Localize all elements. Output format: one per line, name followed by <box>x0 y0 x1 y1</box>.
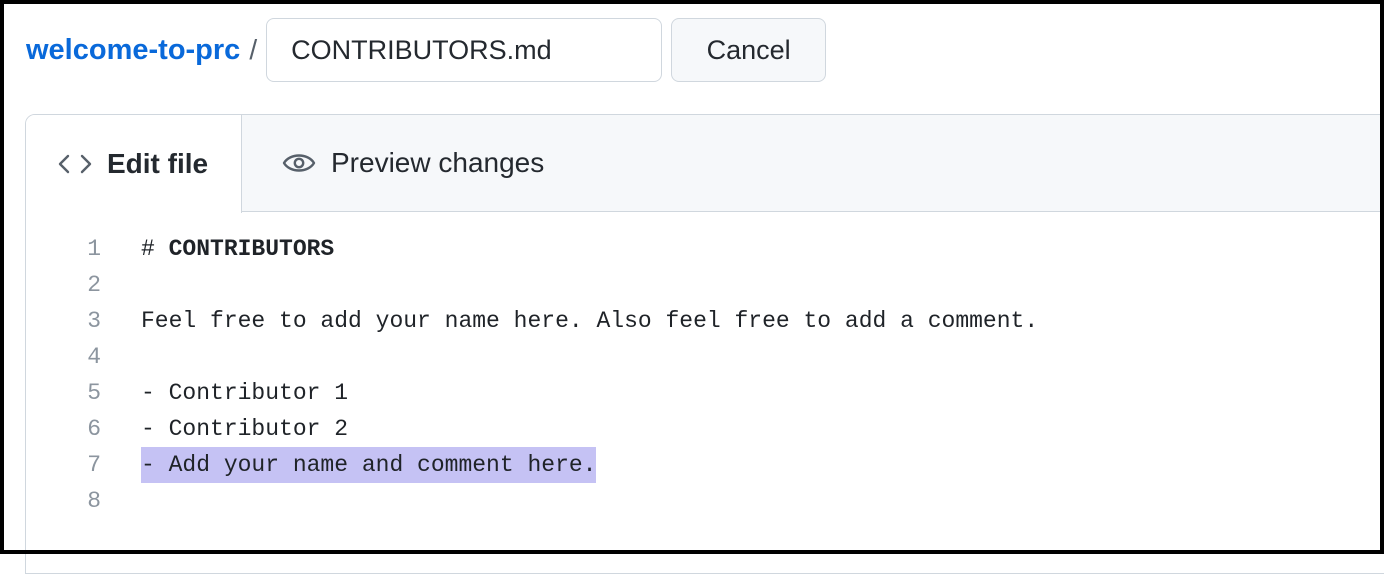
tab-preview-changes-label: Preview changes <box>331 147 545 178</box>
code-icon <box>58 152 92 176</box>
line-number: 7 <box>87 452 101 478</box>
tab-edit-file[interactable]: Edit file <box>26 115 242 213</box>
file-editor: Edit file Preview changes 1 # CONTRIBUTO… <box>25 114 1384 574</box>
line-text: Feel free to add your name here. Also fe… <box>141 308 1039 334</box>
editor-tabs: Edit file Preview changes <box>26 115 1384 213</box>
filename-input[interactable] <box>266 18 663 82</box>
code-line: 1 # CONTRIBUTORS <box>26 231 1384 267</box>
code-area[interactable]: 1 # CONTRIBUTORS 2 3 Feel free to add yo… <box>26 231 1384 519</box>
line-number: 8 <box>87 488 101 514</box>
tab-edit-file-label: Edit file <box>107 147 209 179</box>
file-path-bar: welcome-to-prc / Cancel <box>26 18 827 82</box>
line-text: - Contributor 1 <box>141 380 349 406</box>
line-text: # CONTRIBUTORS <box>141 231 334 267</box>
code-line: 7 - Add your name and comment here. <box>26 447 1384 483</box>
line-number: 4 <box>87 344 101 370</box>
code-line: 8 <box>26 483 1384 519</box>
code-line: 4 <box>26 339 1384 375</box>
code-line: 2 <box>26 267 1384 303</box>
heading-text: CONTRIBUTORS <box>168 236 335 262</box>
selected-line-text: - Add your name and comment here. <box>141 447 597 483</box>
code-line: 6 - Contributor 2 <box>26 411 1384 447</box>
line-number: 1 <box>87 236 101 262</box>
eye-icon <box>282 151 316 175</box>
code-line: 5 - Contributor 1 <box>26 375 1384 411</box>
line-text: - Contributor 2 <box>141 416 349 442</box>
repo-link[interactable]: welcome-to-prc <box>26 34 240 67</box>
line-number: 3 <box>87 308 101 334</box>
cancel-button[interactable]: Cancel <box>671 18 827 82</box>
tab-preview-changes[interactable]: Preview changes <box>282 115 544 211</box>
line-number: 5 <box>87 380 101 406</box>
line-number: 6 <box>87 416 101 442</box>
path-separator: / <box>249 34 258 65</box>
line-number: 2 <box>87 272 101 298</box>
code-line: 3 Feel free to add your name here. Also … <box>26 303 1384 339</box>
heading-marker: # <box>141 236 169 262</box>
